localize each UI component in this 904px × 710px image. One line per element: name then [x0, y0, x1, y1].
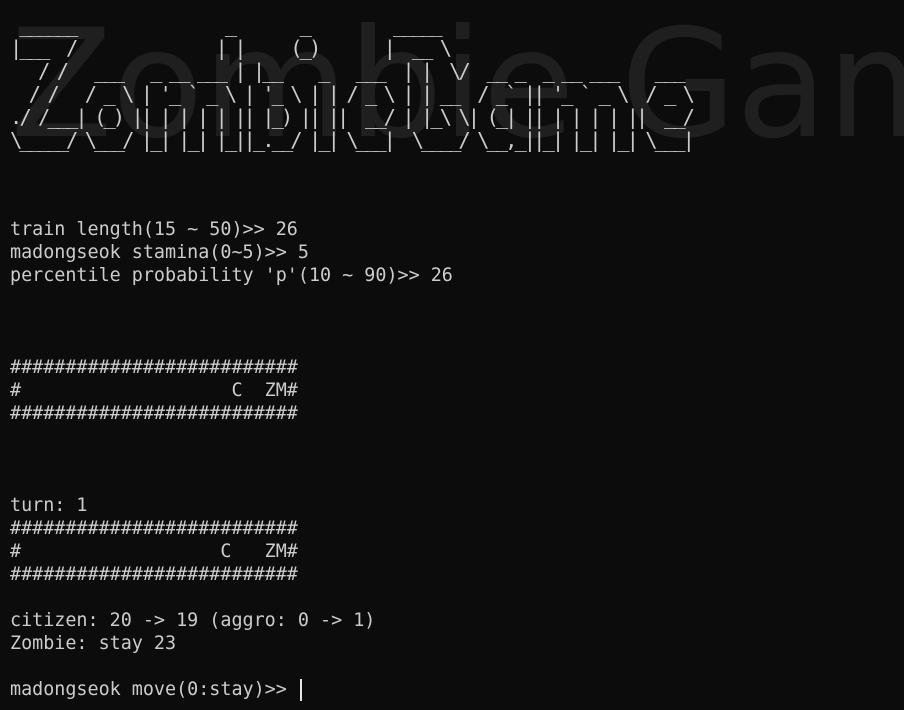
banner-ascii-art: ______ _ _ _____ |___ / | | (_) | __ \ /… [10, 13, 695, 152]
stamina-input-line: madongseok stamina(0~5)>> 5 [10, 242, 309, 263]
move-prompt[interactable]: madongseok move(0:stay)>> [10, 678, 302, 701]
train-length-input-line: train length(15 ~ 50)>> 26 [10, 219, 298, 240]
turn-train-cars: # C ZM# [10, 541, 298, 562]
terminal-window[interactable]: Zombie Game ______ _ _ _____ |___ / | | … [0, 0, 904, 710]
citizen-status-line: citizen: 20 -> 19 (aggro: 0 -> 1) [10, 610, 376, 631]
turn-train-top-wall: ########################## [10, 518, 298, 539]
initial-train-top-wall: ########################## [10, 357, 298, 378]
turn-counter: turn: 1 [10, 495, 88, 516]
initial-train-cars: # C ZM# [10, 380, 298, 401]
probability-input-line: percentile probability 'p'(10 ~ 90)>> 26 [10, 265, 453, 286]
initial-train-bottom-wall: ########################## [10, 403, 298, 424]
zombie-status-line: Zombie: stay 23 [10, 633, 177, 654]
turn-train-bottom-wall: ########################## [10, 564, 298, 585]
game-title-banner: Zombie Game ______ _ _ _____ |___ / | | … [0, 0, 904, 162]
move-prompt-text: madongseok move(0:stay)>> [10, 679, 298, 700]
text-cursor[interactable] [299, 678, 302, 701]
